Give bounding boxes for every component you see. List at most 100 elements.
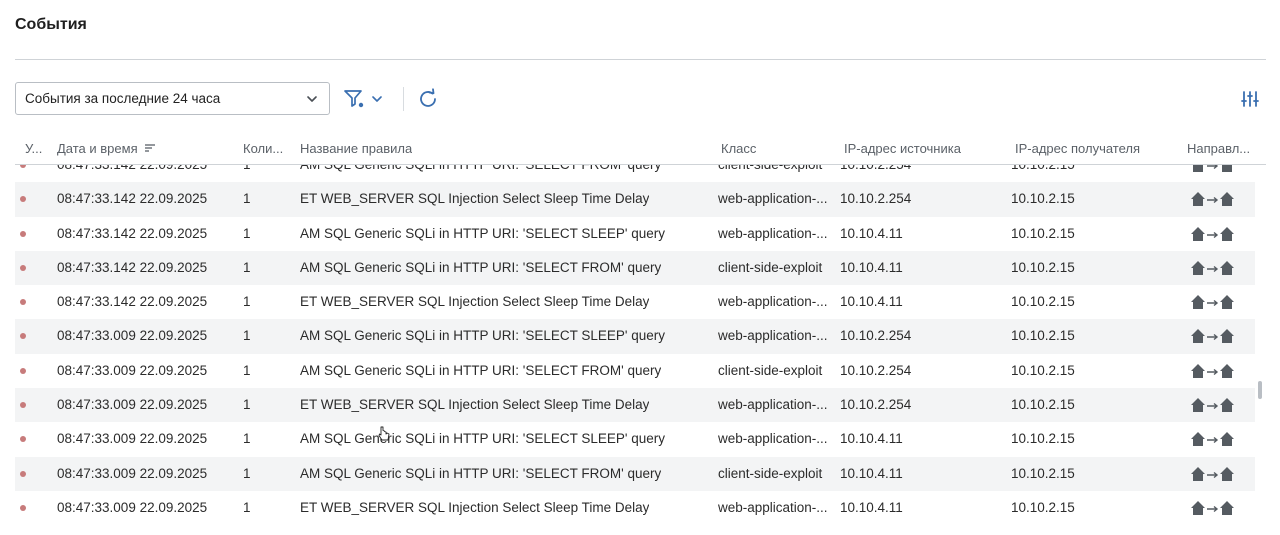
severity-dot bbox=[20, 333, 26, 340]
cell-count: 1 bbox=[243, 362, 251, 378]
refresh-icon[interactable] bbox=[416, 87, 440, 111]
cell-destination-ip: 10.10.2.15 bbox=[1011, 294, 1075, 310]
cell-rule-name: AM SQL Generic SQLi in HTTP URI: 'SELECT… bbox=[300, 431, 666, 447]
direction-icon bbox=[1191, 500, 1234, 515]
cell-source-ip: 10.10.4.11 bbox=[840, 465, 903, 481]
cell-destination-ip: 10.10.2.15 bbox=[1011, 465, 1075, 481]
severity-dot bbox=[20, 299, 26, 306]
cell-source-ip: 10.10.2.254 bbox=[840, 191, 912, 207]
cell-class: web-application-... bbox=[718, 431, 828, 447]
cell-rule-name: ET WEB_SERVER SQL Injection Select Sleep… bbox=[300, 397, 650, 413]
severity-dot bbox=[20, 264, 26, 271]
mouse-cursor-icon bbox=[378, 426, 390, 441]
cell-source-ip: 10.10.2.254 bbox=[840, 165, 911, 172]
cell-datetime: 08:47:33.009 22.09.2025 bbox=[57, 499, 208, 515]
direction-icon bbox=[1191, 295, 1234, 310]
table-row[interactable]: 08:47:33.009 22.09.2025 1 AM SQL Generic S… bbox=[15, 456, 1255, 491]
cell-count: 1 bbox=[243, 165, 251, 172]
cell-count: 1 bbox=[243, 294, 251, 310]
cell-datetime: 08:47:33.142 22.09.2025 bbox=[57, 225, 208, 241]
cell-source-ip: 10.10.4.11 bbox=[840, 431, 903, 447]
direction-icon bbox=[1191, 165, 1234, 172]
column-header-datetime[interactable]: Дата и время bbox=[57, 141, 156, 156]
cell-count: 1 bbox=[243, 328, 251, 344]
table-row[interactable]: 08:47:33.142 22.09.2025 1 AM SQL Generic S… bbox=[15, 250, 1255, 286]
cell-destination-ip: 10.10.2.15 bbox=[1011, 165, 1075, 172]
column-header-rule-name[interactable]: Название правила bbox=[300, 141, 412, 156]
cell-rule-name: ET WEB_SERVER SQL Injection Select Sleep… bbox=[300, 499, 650, 515]
cell-datetime: 08:47:33.142 22.09.2025 bbox=[57, 294, 208, 310]
cell-destination-ip: 10.10.2.15 bbox=[1011, 397, 1075, 413]
column-header-source-ip[interactable]: IP-адрес источника bbox=[844, 141, 961, 156]
cell-datetime: 08:47:33.142 22.09.2025 bbox=[57, 165, 207, 172]
column-header-direction[interactable]: Направл... bbox=[1187, 141, 1263, 156]
column-header-count[interactable]: Коли... bbox=[243, 141, 291, 156]
table-row[interactable]: 08:47:33.142 22.09.2025 1 AM SQL Generic S… bbox=[15, 165, 1255, 182]
cell-datetime: 08:47:33.009 22.09.2025 bbox=[57, 328, 208, 344]
table-row[interactable]: 08:47:33.009 22.09.2025 1 AM SQL Generic S… bbox=[15, 354, 1255, 388]
cell-datetime: 08:47:33.009 22.09.2025 bbox=[57, 465, 208, 481]
direction-icon bbox=[1191, 329, 1234, 344]
table-row[interactable]: 08:47:33.009 22.09.2025 1 ET WEB_SERVER SQ… bbox=[15, 388, 1255, 423]
severity-dot bbox=[20, 504, 26, 511]
cell-count: 1 bbox=[243, 431, 251, 447]
direction-icon bbox=[1191, 192, 1234, 207]
cell-source-ip: 10.10.4.11 bbox=[840, 499, 903, 515]
direction-icon bbox=[1191, 260, 1234, 275]
toolbar: События за последние 24 часа bbox=[15, 82, 1266, 116]
cell-class: web-application-... bbox=[718, 191, 828, 207]
severity-dot bbox=[20, 165, 26, 168]
severity-dot bbox=[20, 402, 26, 409]
cell-class: client-side-exploit bbox=[718, 165, 832, 172]
cell-count: 1 bbox=[243, 499, 251, 515]
cell-count: 1 bbox=[243, 191, 251, 207]
cell-source-ip: 10.10.2.254 bbox=[840, 397, 912, 413]
cell-source-ip: 10.10.2.254 bbox=[840, 362, 912, 378]
cell-source-ip: 10.10.4.11 bbox=[840, 259, 903, 275]
table-row[interactable]: 08:47:33.009 22.09.2025 1 AM SQL Generic S… bbox=[15, 319, 1255, 354]
cell-destination-ip: 10.10.2.15 bbox=[1011, 225, 1075, 241]
cell-class: client-side-exploit bbox=[718, 465, 823, 481]
cell-destination-ip: 10.10.2.15 bbox=[1011, 431, 1075, 447]
cell-destination-ip: 10.10.2.15 bbox=[1011, 191, 1075, 207]
table-row[interactable]: 08:47:33.009 22.09.2025 1 ET WEB_SERVER SQ… bbox=[15, 491, 1255, 525]
period-select[interactable]: События за последние 24 часа bbox=[15, 82, 330, 115]
cell-rule-name: ET WEB_SERVER SQL Injection Select Sleep… bbox=[300, 191, 650, 207]
table-row[interactable]: 08:47:33.142 22.09.2025 1 ET WEB_SERVER SQ… bbox=[15, 285, 1255, 319]
cell-rule-name: AM SQL Generic SQLi in HTTP URI: 'SELECT… bbox=[300, 165, 661, 172]
vertical-scrollbar[interactable] bbox=[1256, 165, 1264, 528]
cell-datetime: 08:47:33.009 22.09.2025 bbox=[57, 397, 208, 413]
severity-dot bbox=[20, 367, 26, 374]
severity-dot bbox=[20, 470, 26, 477]
filter-icon bbox=[344, 90, 364, 108]
cell-rule-name: AM SQL Generic SQLi in HTTP URI: 'SELECT… bbox=[300, 225, 666, 241]
column-header-class[interactable]: Класс bbox=[721, 141, 756, 156]
cell-count: 1 bbox=[243, 225, 251, 241]
cell-destination-ip: 10.10.2.15 bbox=[1011, 328, 1075, 344]
cell-class: web-application-... bbox=[718, 328, 828, 344]
column-header-destination-ip[interactable]: IP-адрес получателя bbox=[1015, 141, 1140, 156]
cell-source-ip: 10.10.4.11 bbox=[840, 225, 903, 241]
table-row[interactable]: 08:47:33.142 22.09.2025 1 ET WEB_SERVER SQ… bbox=[15, 182, 1255, 217]
cell-datetime: 08:47:33.142 22.09.2025 bbox=[57, 259, 208, 275]
cell-class: web-application-... bbox=[718, 499, 828, 515]
events-table: 08:47:33.142 22.09.2025 1 AM SQL Generic S… bbox=[15, 165, 1255, 528]
column-header-severity[interactable]: У... bbox=[25, 141, 47, 156]
cell-count: 1 bbox=[243, 397, 251, 413]
filter-button[interactable] bbox=[342, 86, 388, 112]
table-row[interactable]: 08:47:33.009 22.09.2025 1 AM SQL Generic S… bbox=[15, 422, 1255, 456]
severity-dot bbox=[20, 230, 26, 237]
table-row[interactable]: 08:47:33.142 22.09.2025 1 AM SQL Generic S… bbox=[15, 217, 1255, 251]
period-select-value: События за последние 24 часа bbox=[25, 91, 221, 106]
table-header: У... Дата и время Коли... Название прави… bbox=[15, 134, 1266, 164]
sort-icon bbox=[145, 144, 156, 152]
cell-class: client-side-exploit bbox=[718, 259, 823, 275]
cell-rule-name: AM SQL Generic SQLi in HTTP URI: 'SELECT… bbox=[300, 362, 662, 378]
scrollbar-thumb[interactable] bbox=[1258, 381, 1262, 399]
cell-rule-name: AM SQL Generic SQLi in HTTP URI: 'SELECT… bbox=[300, 328, 666, 344]
column-settings-icon[interactable] bbox=[1241, 90, 1259, 108]
chevron-down-icon bbox=[307, 96, 317, 102]
toolbar-divider bbox=[403, 87, 404, 111]
severity-dot bbox=[20, 196, 26, 203]
cell-source-ip: 10.10.4.11 bbox=[840, 294, 903, 310]
